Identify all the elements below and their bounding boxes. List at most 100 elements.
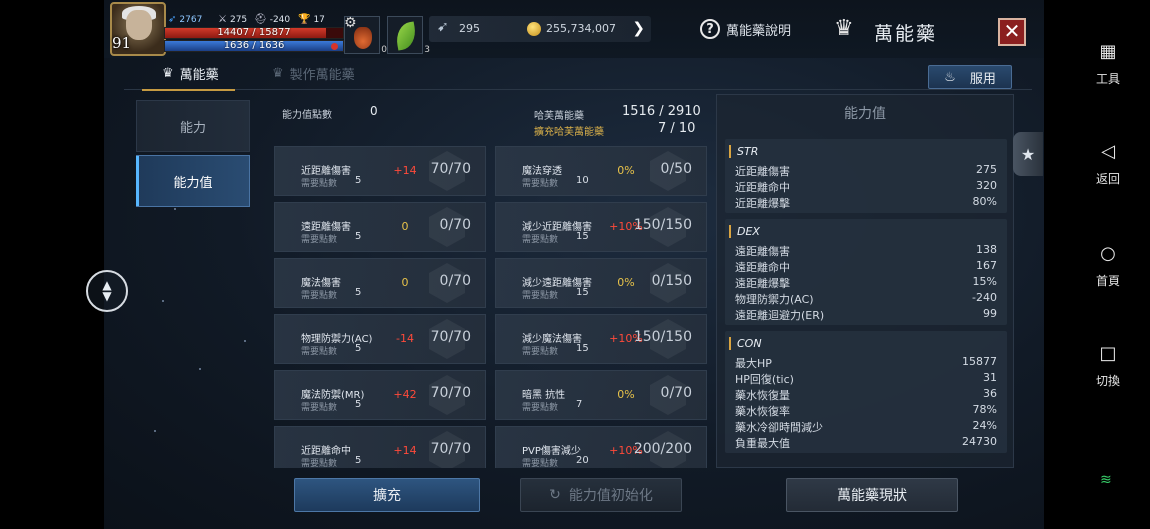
stat-card-bonus: 0%: [617, 164, 635, 177]
elixir-stat-list[interactable]: 能力值點數 0 哈芙萬能藥 1516 / 2910 擴充哈芙萬能藥 7 / 10…: [264, 94, 708, 468]
help-button[interactable]: ? 萬能藥說明: [700, 19, 791, 39]
stat-row-value: 99: [983, 307, 997, 320]
wing-icon: ➶: [168, 14, 177, 25]
top-hud: 91 ➶ 2767 ⚔ 275 ⛑ -240 🏆 17 14407 / 1587…: [104, 0, 1044, 58]
gear-icon[interactable]: ⚙: [344, 15, 357, 31]
stat-row-value: 80%: [972, 195, 997, 208]
chevron-right-icon[interactable]: ❯: [632, 19, 645, 37]
stat-card-name: 遠距離傷害: [301, 222, 351, 233]
stat-card-need-value: 20: [576, 455, 589, 466]
stat-row: 藥水恢復量 36: [735, 387, 997, 402]
stat-card-need-label: 需要點數: [522, 459, 559, 468]
stat-card-value: 70/70: [430, 329, 471, 345]
tools-button[interactable]: ▦ 工具: [1070, 40, 1146, 87]
home-button[interactable]: ○ 首頁: [1070, 242, 1146, 289]
stat-card-value: 70/70: [430, 441, 471, 457]
stat-card-value: 0/70: [660, 385, 692, 401]
mp-bar: 1636 / 1636: [164, 40, 344, 52]
stat-card-value: 70/70: [430, 161, 471, 177]
stat-row-value: 36: [983, 387, 997, 400]
stat-card-need-label: 需要點數: [522, 347, 559, 357]
stat-card[interactable]: 減少遠距離傷害 需要點數 15 0% 0/150: [495, 258, 707, 308]
stat-row: HP回復(tic) 31: [735, 371, 997, 386]
stat-row-value: 15%: [972, 275, 997, 288]
stat-row: 遠距離迴避力(ER) 99: [735, 307, 997, 322]
leaf-slot[interactable]: 3: [387, 16, 430, 55]
nav-stats[interactable]: 能力值: [136, 155, 250, 207]
stat-card-name: 暗黑 抗性: [522, 390, 566, 401]
reset-stats-button[interactable]: ↻ 能力值初始化: [520, 478, 682, 512]
game-screen: 91 ➶ 2767 ⚔ 275 ⛑ -240 🏆 17 14407 / 1587…: [104, 0, 1044, 529]
stat-card[interactable]: 近距離傷害 需要點數 5 +14 70/70: [274, 146, 486, 196]
stat-card-bonus: +42: [393, 388, 417, 401]
stats-panel: 能力值 STR 近距離傷害 275 近距離命中 320 近距離爆擊 80% DEX 遠距離傷害 1…: [716, 94, 1014, 468]
stat-card-need-value: 15: [576, 343, 589, 354]
stat-card-name: 魔法穿透: [522, 166, 562, 177]
elixir-status-button[interactable]: 萬能藥現狀: [786, 478, 958, 512]
scroll-updown-icon[interactable]: ▲ ▼: [86, 270, 128, 312]
tab-craft-elixir[interactable]: ♛ 製作萬能藥: [272, 64, 355, 83]
stat-row: 遠距離傷害 138: [735, 243, 997, 258]
stat-card-need-label: 需要點數: [522, 291, 559, 301]
stat-row-label: 藥水恢復量: [735, 389, 790, 402]
potion-slot[interactable]: ⚙ 0: [344, 15, 387, 55]
stat-card[interactable]: 減少近距離傷害 需要點數 15 +10% 150/150: [495, 202, 707, 252]
back-button[interactable]: ◁ 返回: [1070, 140, 1146, 187]
stat-card-need-label: 需要點數: [301, 347, 338, 357]
currency-feather-value: 295: [459, 22, 480, 35]
status-dot: [331, 43, 338, 50]
stat-card[interactable]: 魔法防禦(MR) 需要點數 5 +42 70/70: [274, 370, 486, 420]
expand-button[interactable]: 擴充: [294, 478, 480, 512]
stat-card[interactable]: 物理防禦力(AC) 需要點數 5 -14 70/70: [274, 314, 486, 364]
stat-card[interactable]: PVP傷害減少 需要點數 20 +10% 200/200: [495, 426, 707, 468]
square-icon: □: [1099, 343, 1117, 364]
stat-card[interactable]: 減少魔法傷害 需要點數 15 +10% 150/150: [495, 314, 707, 364]
stat-card[interactable]: 暗黑 抗性 需要點數 7 0% 0/70: [495, 370, 707, 420]
stat-card-value: 200/200: [633, 441, 692, 457]
currency-gold-value: 255,734,007: [546, 22, 616, 35]
switch-button[interactable]: □ 切換: [1070, 342, 1146, 389]
stat-card[interactable]: 魔法傷害 需要點數 5 0 0/70: [274, 258, 486, 308]
stat-row-value: 31: [983, 371, 997, 384]
stat-row-label: 物理防禦力(AC): [735, 293, 814, 306]
stat-card[interactable]: 近距離命中 需要點數 5 +14 70/70: [274, 426, 486, 468]
stat-card[interactable]: 魔法穿透 需要點數 10 0% 0/50: [495, 146, 707, 196]
stat-card-need-value: 7: [576, 399, 583, 410]
use-button[interactable]: ♨ 服用: [928, 65, 1012, 89]
stat-row-value: 275: [976, 163, 997, 176]
stat-card-name: 減少魔法傷害: [522, 334, 582, 345]
back-triangle-icon: ◁: [1101, 141, 1115, 162]
character-level: 91: [112, 34, 132, 52]
stat-row-label: HP回復(tic): [735, 373, 794, 386]
nav-ability[interactable]: 能力: [136, 100, 250, 152]
stat-row: 近距離爆擊 80%: [735, 195, 997, 210]
crown-icon: ♛: [272, 66, 284, 81]
stat-card-bonus: 0%: [617, 276, 635, 289]
side-favorite-tab[interactable]: ★: [1013, 132, 1043, 176]
grid-icon: ▦: [1099, 41, 1117, 62]
stat-row-value: 320: [976, 179, 997, 192]
stat-row-value: 24730: [962, 435, 997, 448]
stat-row-label: 藥水冷卻時間減少: [735, 421, 823, 434]
stat-card-value: 0/50: [660, 161, 692, 177]
elixir-count-value: 1516 / 2910: [622, 104, 701, 119]
system-nav: ▦ 工具 ◁ 返回 ○ 首頁 □ 切換: [1070, 0, 1150, 529]
stat-card-bonus: +14: [393, 164, 417, 177]
stat-row-label: 遠距離爆擊: [735, 277, 790, 290]
stat-card-name: 魔法傷害: [301, 278, 341, 289]
stat-row-label: 遠距離傷害: [735, 245, 790, 258]
tab-elixir[interactable]: ♛ 萬能藥: [142, 64, 235, 91]
points-label: 能力值點數: [282, 110, 332, 121]
stat-card[interactable]: 遠距離傷害 需要點數 5 0 0/70: [274, 202, 486, 252]
stat-row-label: 近距離爆擊: [735, 197, 790, 210]
stat-card-need-value: 15: [576, 287, 589, 298]
hp-text: 14407 / 15877: [217, 27, 291, 38]
wifi-icon: ≋: [1100, 472, 1112, 488]
close-button[interactable]: ✕: [998, 18, 1026, 46]
stat-row: 近距離命中 320: [735, 179, 997, 194]
stat-card-bonus: 0: [401, 276, 409, 289]
stat-card-need-value: 5: [355, 175, 362, 186]
stat-card-need-label: 需要點數: [301, 235, 338, 245]
gold-coin-icon: [527, 22, 541, 36]
stat-row: 藥水恢復率 78%: [735, 403, 997, 418]
